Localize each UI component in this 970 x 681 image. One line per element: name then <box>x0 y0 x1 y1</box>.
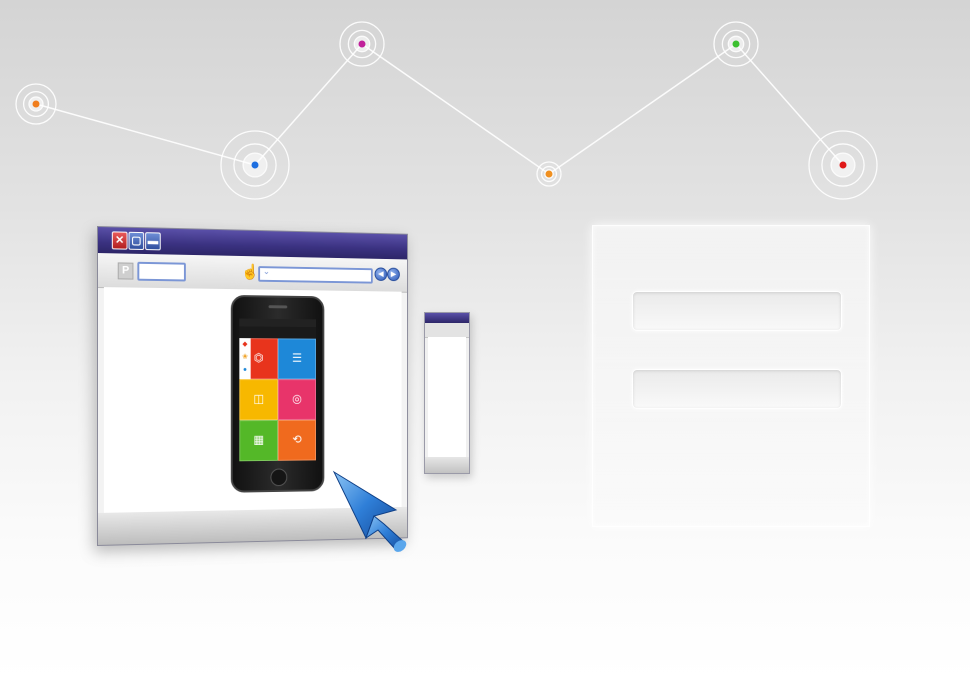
back-arrow-icon[interactable]: ◀ <box>375 267 388 281</box>
network-edge <box>362 44 549 174</box>
drop-small-icon: ● <box>239 364 250 377</box>
network-node-green <box>714 22 758 66</box>
pdf-small-icon: ◆ <box>239 338 250 351</box>
phone-speaker <box>269 305 288 308</box>
glass-login-panel <box>592 225 870 527</box>
minimize-icon[interactable]: ▬ <box>145 232 161 250</box>
tile-image: ◫ <box>239 379 278 420</box>
phone-side-panel: ◆ ❀ ● <box>239 338 250 379</box>
node-dot <box>252 162 259 169</box>
network-edge <box>255 44 362 165</box>
network-edge <box>549 44 736 174</box>
smartphone-image: ⏣ ☰ ◫ ◎ ▦ ⟲ ◆ ❀ ● <box>231 295 325 493</box>
node-dot <box>33 101 40 108</box>
network-node-orange <box>537 162 561 186</box>
close-icon[interactable]: ✕ <box>112 231 128 249</box>
phone-app-bar <box>239 326 316 338</box>
secondary-bottom-bar <box>425 457 469 473</box>
tile-video: ◎ <box>278 379 316 420</box>
node-dot <box>733 41 740 48</box>
toolbar-input[interactable] <box>137 262 186 282</box>
login-field-2[interactable] <box>632 369 842 409</box>
secondary-title-bar <box>425 313 469 323</box>
secondary-content-area <box>428 337 466 457</box>
leaf-small-icon: ❀ <box>239 351 250 364</box>
p-icon[interactable]: P <box>118 262 134 279</box>
hand-cursor-icon: ☝ <box>241 263 254 281</box>
address-bar[interactable]: ⌄ <box>258 266 373 284</box>
phone-home-button <box>270 468 287 486</box>
node-dot <box>840 162 847 169</box>
spreadsheet-icon: ▦ <box>240 433 277 447</box>
restore-icon[interactable]: ▢ <box>129 232 145 250</box>
secondary-toolbar <box>425 323 469 338</box>
network-node-magenta <box>340 22 384 66</box>
network-node-orange <box>16 84 56 124</box>
doc-icon: ☰ <box>279 351 315 365</box>
file-icon: ⟲ <box>279 432 315 446</box>
chevron-down-icon[interactable]: ⌄ <box>263 266 270 277</box>
node-dot <box>546 171 553 178</box>
phone-screen: ⏣ ☰ ◫ ◎ ▦ ⟲ ◆ ❀ ● <box>239 319 316 462</box>
forward-arrow-icon[interactable]: ▶ <box>387 268 400 282</box>
image-icon: ◫ <box>240 392 277 406</box>
phone-tile-grid: ⏣ ☰ ◫ ◎ ▦ ⟲ <box>239 338 316 461</box>
video-icon: ◎ <box>279 392 315 406</box>
network-node-red <box>809 131 877 199</box>
arrow-cursor-icon <box>326 466 426 566</box>
network-node-blue <box>221 131 289 199</box>
node-dot <box>359 41 366 48</box>
network-edge <box>736 44 843 165</box>
secondary-browser-window <box>424 312 470 474</box>
network-lines <box>36 44 843 174</box>
tile-doc: ☰ <box>278 338 316 379</box>
login-field-1[interactable] <box>632 291 842 331</box>
tile-file: ⟲ <box>278 420 316 461</box>
tile-spreadsheet: ▦ <box>239 420 278 461</box>
